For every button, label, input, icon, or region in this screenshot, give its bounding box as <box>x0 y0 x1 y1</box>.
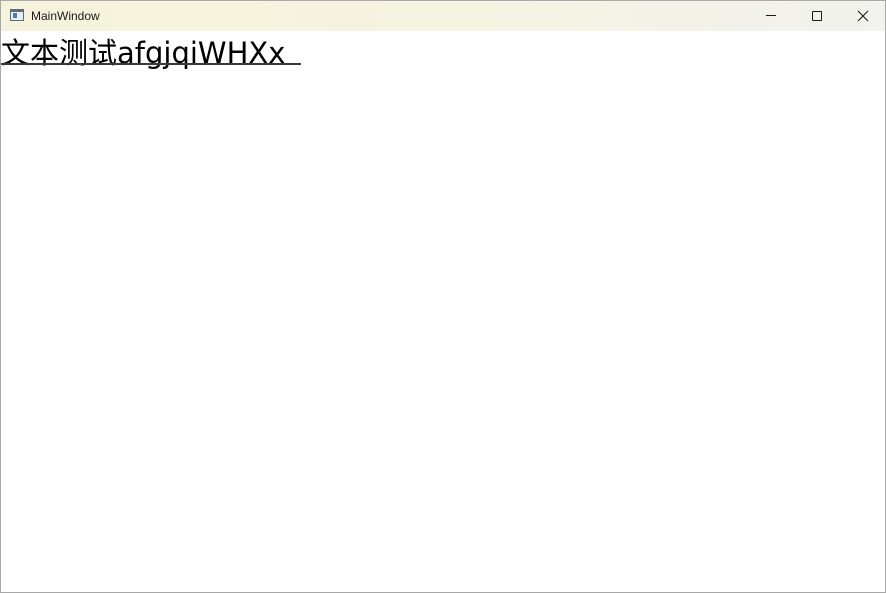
content-area: 文本测试afgjqiWHXx <box>1 31 885 592</box>
minimize-icon <box>766 15 776 16</box>
title-bar[interactable]: MainWindow <box>1 1 885 31</box>
text-underline-rule <box>1 63 301 65</box>
main-window: MainWindow 文本测试afgjqiWHXx <box>0 0 886 593</box>
minimize-button[interactable] <box>748 1 794 31</box>
close-icon <box>857 10 869 22</box>
window-title: MainWindow <box>31 9 100 23</box>
maximize-icon <box>812 11 822 21</box>
maximize-button[interactable] <box>794 1 840 31</box>
close-button[interactable] <box>840 1 885 31</box>
app-window-icon <box>10 9 24 21</box>
